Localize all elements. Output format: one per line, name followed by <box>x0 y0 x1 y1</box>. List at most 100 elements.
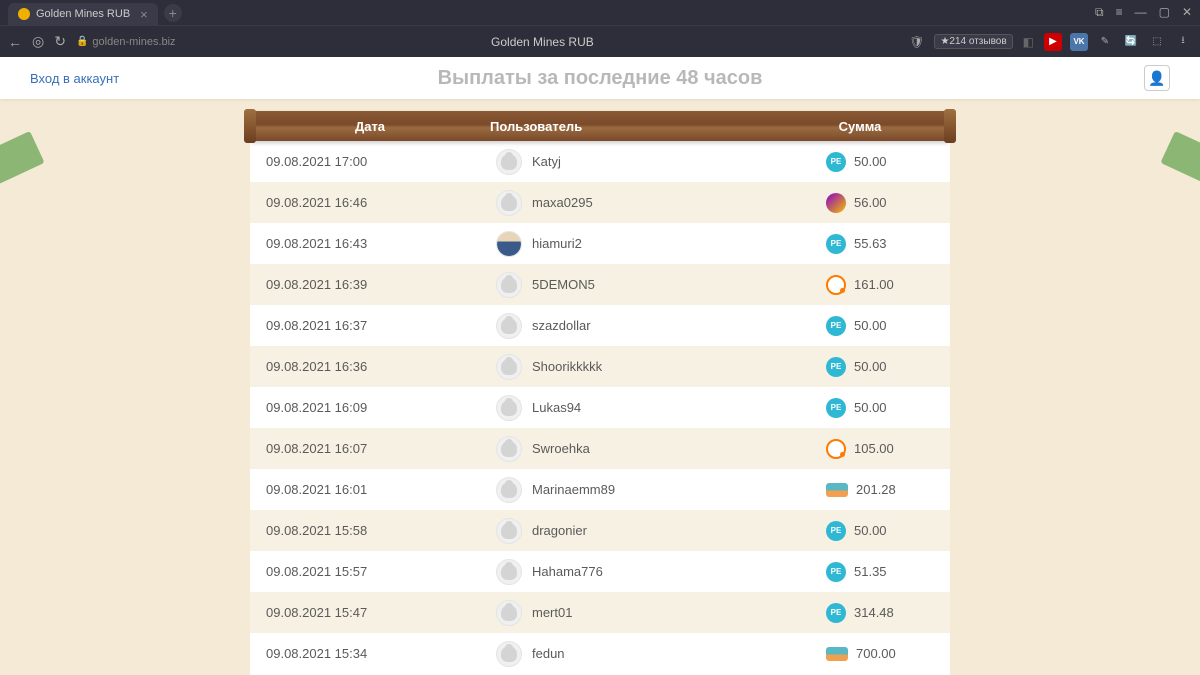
ext-vk-icon[interactable]: VK <box>1070 33 1088 51</box>
cell-user: Shoorikkkkk <box>496 354 826 380</box>
username: Marinaemm89 <box>532 482 615 497</box>
cell-sum: 201.28 <box>826 482 934 497</box>
username: szazdollar <box>532 318 591 333</box>
avatar-icon <box>496 354 522 380</box>
menu-icon[interactable]: ≡ <box>1116 5 1123 20</box>
header-date: Дата <box>250 119 490 134</box>
cell-date: 09.08.2021 15:47 <box>266 605 496 620</box>
reviews-badge[interactable]: ★214 отзывов <box>934 34 1012 49</box>
close-tab-icon[interactable]: × <box>140 7 148 22</box>
avatar-icon <box>496 190 522 216</box>
cell-user: dragonier <box>496 518 826 544</box>
payeer-icon: PE <box>826 234 846 254</box>
cell-sum: PE55.63 <box>826 234 934 254</box>
cell-user: Marinaemm89 <box>496 477 826 503</box>
username: Hahama776 <box>532 564 603 579</box>
table-row: 09.08.2021 16:46 maxa0295 56.00 <box>250 182 950 223</box>
cell-date: 09.08.2021 15:57 <box>266 564 496 579</box>
username: fedun <box>532 646 565 661</box>
avatar-icon <box>496 559 522 585</box>
payeer-icon: PE <box>826 521 846 541</box>
ext-wallet-icon[interactable]: ⬚ <box>1148 33 1166 51</box>
amount: 50.00 <box>854 523 887 538</box>
table-row: 09.08.2021 16:36ShoorikkkkkPE50.00 <box>250 346 950 387</box>
browser-tab-strip: Golden Mines RUB × + ⧉ ≡ — ▢ ✕ <box>0 0 1200 25</box>
cell-sum: PE50.00 <box>826 398 934 418</box>
page-body: Вход в аккаунт Выплаты за последние 48 ч… <box>0 57 1200 675</box>
card-icon <box>826 647 848 661</box>
payeer-icon: PE <box>826 398 846 418</box>
cell-date: 09.08.2021 16:43 <box>266 236 496 251</box>
cell-date: 09.08.2021 16:01 <box>266 482 496 497</box>
cell-user: Lukas94 <box>496 395 826 421</box>
back-button[interactable]: ← <box>8 34 22 50</box>
cell-date: 09.08.2021 16:36 <box>266 359 496 374</box>
cell-sum: 700.00 <box>826 646 934 661</box>
table-header: Дата Пользователь Сумма <box>250 111 950 141</box>
new-tab-button[interactable]: + <box>164 4 182 22</box>
table-row: 09.08.2021 16:07Swroehka105.00 <box>250 428 950 469</box>
reload-button[interactable]: ↻ <box>54 33 66 50</box>
avatar-icon <box>496 272 522 298</box>
table-row: 09.08.2021 16:43 hiamuri2 PE55.63 <box>250 223 950 264</box>
cell-date: 09.08.2021 17:00 <box>266 154 496 169</box>
minimize-icon[interactable]: — <box>1135 5 1147 20</box>
address-bar[interactable]: 🔒 golden-mines.biz <box>76 36 176 48</box>
panel-icon[interactable]: ⧉ <box>1095 5 1104 20</box>
browser-tab[interactable]: Golden Mines RUB × <box>8 3 158 25</box>
money-decoration-icon <box>1160 131 1200 188</box>
table-body: 09.08.2021 17:00KatyjPE50.0009.08.2021 1… <box>250 141 950 675</box>
table-row: 09.08.2021 16:01 Marinaemm89 201.28 <box>250 469 950 510</box>
cell-user: fedun <box>496 641 826 667</box>
browser-toolbar: ← ◎ ↻ 🔒 golden-mines.biz Golden Mines RU… <box>0 25 1200 57</box>
amount: 314.48 <box>854 605 894 620</box>
shield-icon[interactable]: 🛡 <box>909 35 924 49</box>
cell-user: Katyj <box>496 149 826 175</box>
target-icon[interactable]: ◎ <box>32 33 44 50</box>
cell-user: 5DEMON5 <box>496 272 826 298</box>
site-header: Вход в аккаунт Выплаты за последние 48 ч… <box>0 57 1200 99</box>
cell-date: 09.08.2021 16:39 <box>266 277 496 292</box>
url-host: golden-mines.biz <box>92 36 175 48</box>
card-icon <box>826 483 848 497</box>
cell-user: mert01 <box>496 600 826 626</box>
table-row: 09.08.2021 15:34 fedun 700.00 <box>250 633 950 674</box>
amount: 51.35 <box>854 564 887 579</box>
ext-feather-icon[interactable]: ✎ <box>1096 33 1114 51</box>
avatar-icon <box>496 477 522 503</box>
username: Shoorikkkkk <box>532 359 602 374</box>
qiwi-icon <box>826 275 846 295</box>
tab-title: Golden Mines RUB <box>36 8 130 20</box>
payeer-icon: PE <box>826 562 846 582</box>
amount: 50.00 <box>854 359 887 374</box>
table-row: 09.08.2021 15:57 Hahama776 PE 51.35 <box>250 551 950 592</box>
downloads-icon[interactable]: ⭳ <box>1174 33 1192 51</box>
username: Katyj <box>532 154 561 169</box>
page-heading: Выплаты за последние 48 часов <box>438 67 763 90</box>
cell-sum: 161.00 <box>826 275 934 295</box>
amount: 201.28 <box>856 482 896 497</box>
table-row: 09.08.2021 15:58dragonierPE50.00 <box>250 510 950 551</box>
table-row: 09.08.2021 15:47mert01PE314.48 <box>250 592 950 633</box>
cell-sum: 56.00 <box>826 193 934 213</box>
cell-date: 09.08.2021 16:46 <box>266 195 496 210</box>
cell-user: szazdollar <box>496 313 826 339</box>
close-window-icon[interactable]: ✕ <box>1182 5 1192 20</box>
account-icon[interactable]: 👤 <box>1144 65 1170 91</box>
ext-translate-icon[interactable]: 🔄 <box>1122 33 1140 51</box>
username: Lukas94 <box>532 400 581 415</box>
table-row: 09.08.2021 16:395DEMON5161.00 <box>250 264 950 305</box>
bookmark-icon[interactable]: ◧ <box>1023 35 1034 49</box>
cell-sum: PE 51.35 <box>826 562 934 582</box>
table-row: 09.08.2021 17:00KatyjPE50.00 <box>250 141 950 182</box>
maximize-icon[interactable]: ▢ <box>1159 5 1170 20</box>
cell-date: 09.08.2021 15:34 <box>266 646 496 661</box>
username: hiamuri2 <box>532 236 582 251</box>
username: dragonier <box>532 523 587 538</box>
avatar-icon <box>496 436 522 462</box>
cell-date: 09.08.2021 16:07 <box>266 441 496 456</box>
login-link[interactable]: Вход в аккаунт <box>30 71 119 86</box>
ext-youtube-icon[interactable]: ▶ <box>1044 33 1062 51</box>
username: maxa0295 <box>532 195 593 210</box>
table-row: 09.08.2021 16:09Lukas94PE50.00 <box>250 387 950 428</box>
